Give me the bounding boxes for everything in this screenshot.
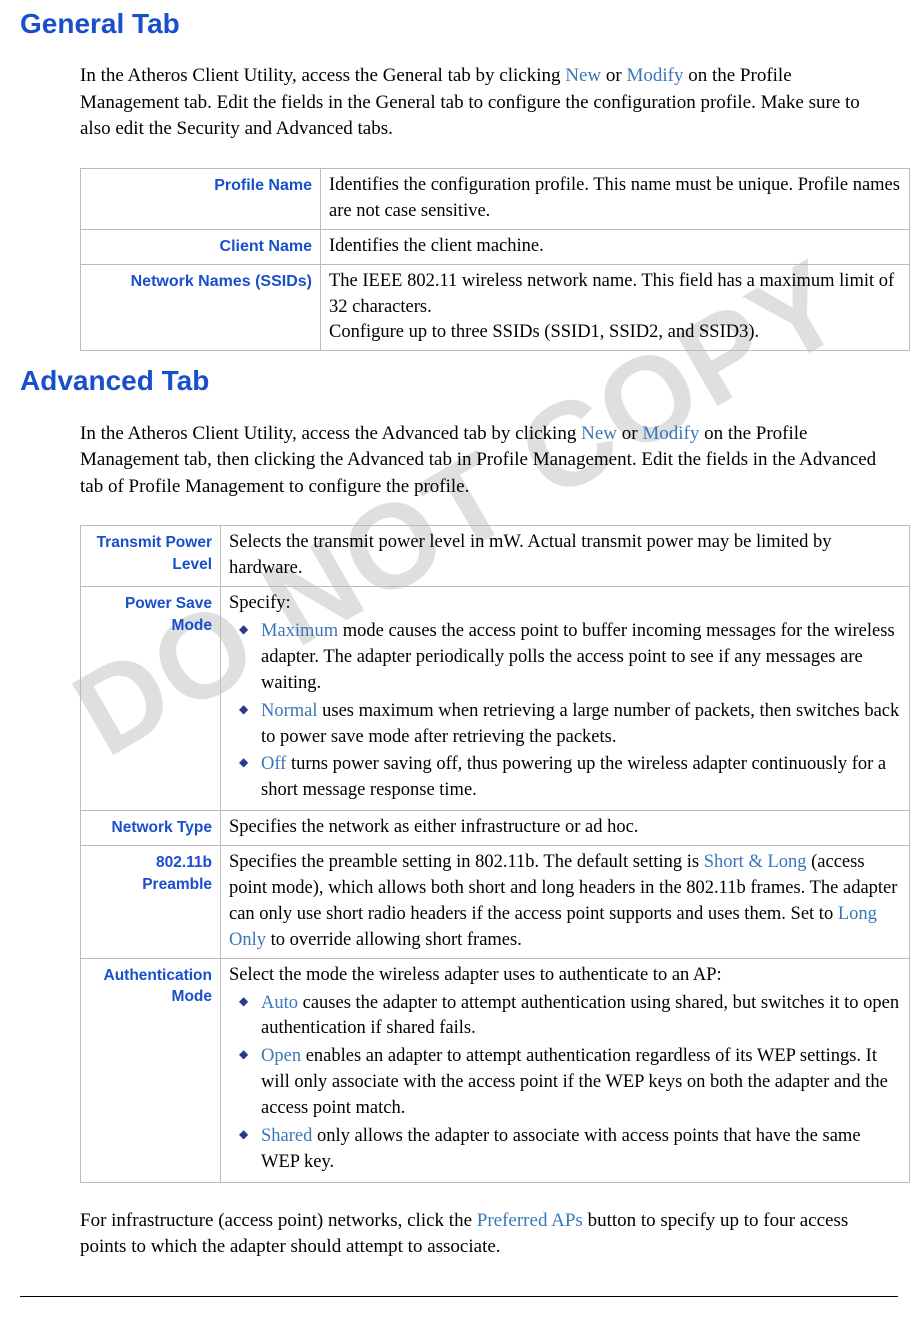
general-tab-heading: General Tab bbox=[20, 4, 898, 43]
option-off: Off bbox=[261, 754, 286, 774]
client-name-label: Client Name bbox=[81, 229, 321, 264]
option-maximum: Maximum bbox=[261, 621, 338, 641]
text: causes the adapter to attempt authentica… bbox=[261, 993, 899, 1039]
advanced-footer: For infrastructure (access point) networ… bbox=[80, 1208, 888, 1261]
text: For infrastructure (access point) networ… bbox=[80, 1210, 477, 1231]
option-short-long: Short & Long bbox=[704, 852, 807, 872]
preamble-label: 802.11b Preamble bbox=[81, 846, 221, 959]
list-item: Shared only allows the adapter to associ… bbox=[233, 1124, 901, 1176]
transmit-label: Transmit Power Level bbox=[81, 526, 221, 587]
option-shared: Shared bbox=[261, 1126, 312, 1146]
nettype-desc: Specifies the network as either infrastr… bbox=[221, 811, 910, 846]
document-content: General Tab In the Atheros Client Utilit… bbox=[20, 4, 898, 1297]
text: to override allowing short frames. bbox=[266, 930, 522, 950]
table-row: Power Save Mode Specify: Maximum mode ca… bbox=[81, 587, 910, 811]
powersave-label: Power Save Mode bbox=[81, 587, 221, 811]
text: turns power saving off, thus powering up… bbox=[261, 754, 886, 800]
text: uses maximum when retrieving a large num… bbox=[261, 701, 899, 747]
text: enables an adapter to attempt authentica… bbox=[261, 1046, 888, 1118]
table-row: Authentication Mode Select the mode the … bbox=[81, 958, 910, 1182]
advanced-intro: In the Atheros Client Utility, access th… bbox=[80, 421, 888, 501]
option-normal: Normal bbox=[261, 701, 318, 721]
auth-desc: Select the mode the wireless adapter use… bbox=[221, 958, 910, 1182]
general-intro: In the Atheros Client Utility, access th… bbox=[80, 63, 888, 143]
text: In the Atheros Client Utility, access th… bbox=[80, 65, 565, 86]
table-row: Network Type Specifies the network as ei… bbox=[81, 811, 910, 846]
new-link[interactable]: New bbox=[581, 423, 617, 444]
text: Specify: bbox=[229, 593, 291, 613]
advanced-table: Transmit Power Level Selects the transmi… bbox=[80, 525, 910, 1182]
nettype-label: Network Type bbox=[81, 811, 221, 846]
advanced-tab-heading: Advanced Tab bbox=[20, 361, 898, 400]
text: Configure up to three SSIDs (SSID1, SSID… bbox=[329, 322, 759, 342]
auth-options: Auto causes the adapter to attempt authe… bbox=[229, 991, 901, 1176]
text: only allows the adapter to associate wit… bbox=[261, 1126, 861, 1172]
table-row: Client Name Identifies the client machin… bbox=[81, 229, 910, 264]
powersave-desc: Specify: Maximum mode causes the access … bbox=[221, 587, 910, 811]
text: In the Atheros Client Utility, access th… bbox=[80, 423, 581, 444]
text: Select the mode the wireless adapter use… bbox=[229, 965, 722, 985]
text: or bbox=[617, 423, 642, 444]
client-name-desc: Identifies the client machine. bbox=[321, 229, 910, 264]
list-item: Off turns power saving off, thus powerin… bbox=[233, 752, 901, 804]
table-row: Profile Name Identifies the configuratio… bbox=[81, 168, 910, 229]
profile-name-desc: Identifies the configuration profile. Th… bbox=[321, 168, 910, 229]
ssids-desc: The IEEE 802.11 wireless network name. T… bbox=[321, 264, 910, 351]
list-item: Open enables an adapter to attempt authe… bbox=[233, 1044, 901, 1122]
list-item: Normal uses maximum when retrieving a la… bbox=[233, 699, 901, 751]
list-item: Auto causes the adapter to attempt authe… bbox=[233, 991, 901, 1043]
text: or bbox=[601, 65, 626, 86]
general-table: Profile Name Identifies the configuratio… bbox=[80, 168, 910, 351]
transmit-desc: Selects the transmit power level in mW. … bbox=[221, 526, 910, 587]
table-row: 802.11b Preamble Specifies the preamble … bbox=[81, 846, 910, 959]
modify-link[interactable]: Modify bbox=[642, 423, 699, 444]
modify-link[interactable]: Modify bbox=[626, 65, 683, 86]
text: mode causes the access point to buffer i… bbox=[261, 621, 895, 693]
text: The IEEE 802.11 wireless network name. T… bbox=[329, 271, 894, 317]
list-item: Maximum mode causes the access point to … bbox=[233, 619, 901, 697]
powersave-options: Maximum mode causes the access point to … bbox=[229, 619, 901, 804]
bottom-rule bbox=[20, 1296, 898, 1297]
preamble-desc: Specifies the preamble setting in 802.11… bbox=[221, 846, 910, 959]
option-open: Open bbox=[261, 1046, 301, 1066]
preferred-aps-link[interactable]: Preferred APs bbox=[477, 1210, 583, 1231]
profile-name-label: Profile Name bbox=[81, 168, 321, 229]
text: Specifies the preamble setting in 802.11… bbox=[229, 852, 704, 872]
auth-label: Authentication Mode bbox=[81, 958, 221, 1182]
ssids-label: Network Names (SSIDs) bbox=[81, 264, 321, 351]
table-row: Transmit Power Level Selects the transmi… bbox=[81, 526, 910, 587]
new-link[interactable]: New bbox=[565, 65, 601, 86]
option-auto: Auto bbox=[261, 993, 298, 1013]
table-row: Network Names (SSIDs) The IEEE 802.11 wi… bbox=[81, 264, 910, 351]
